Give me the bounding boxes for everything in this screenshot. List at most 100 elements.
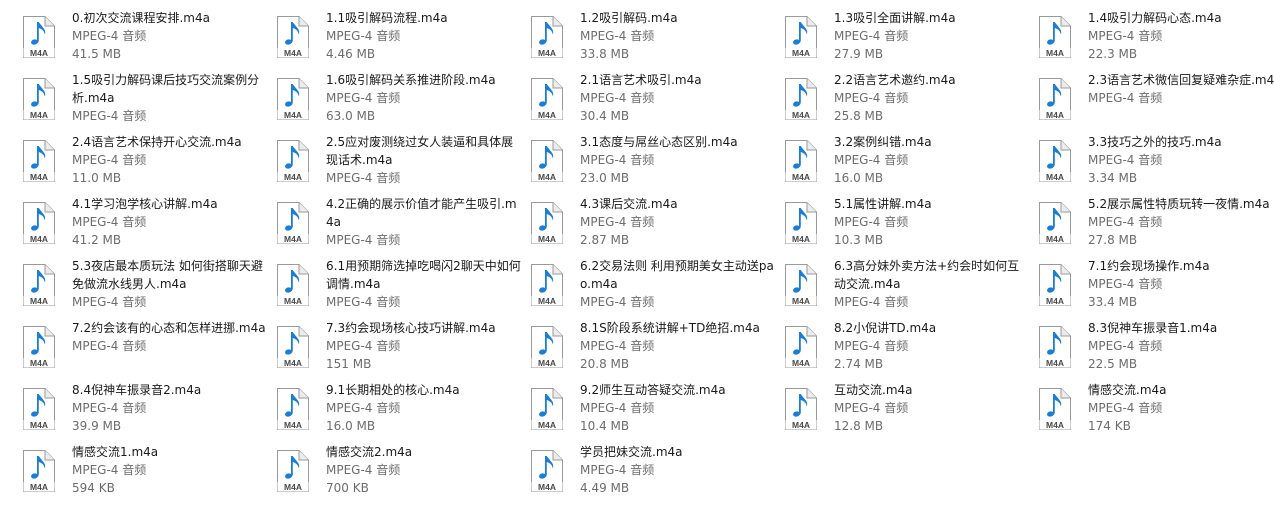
file-item[interactable]: M4A 8.3倪神车振录音1.m4a MPEG-4 音频 22.5 MB: [1038, 319, 1274, 381]
svg-text:M4A: M4A: [1046, 110, 1064, 120]
file-size: 27.9 MB: [834, 47, 884, 61]
file-item[interactable]: M4A 3.2案例纠错.m4a MPEG-4 音频 16.0 MB: [784, 133, 1038, 195]
file-size: 4.49 MB: [580, 481, 630, 495]
file-type: MPEG-4 音频: [72, 339, 147, 353]
file-meta: 7.1约会现场操作.m4a MPEG-4 音频 33.4 MB: [1088, 257, 1274, 311]
file-size: 33.4 MB: [1088, 295, 1138, 309]
file-meta: 3.3技巧之外的技巧.m4a MPEG-4 音频 3.34 MB: [1088, 133, 1274, 187]
m4a-file-icon: M4A: [784, 325, 826, 369]
file-item[interactable]: M4A 4.3课后交流.m4a MPEG-4 音频 2.87 MB: [530, 195, 784, 257]
m4a-file-icon: M4A: [276, 15, 318, 59]
file-item[interactable]: M4A 2.2语言艺术邀约.m4a MPEG-4 音频 25.8 MB: [784, 71, 1038, 133]
file-item[interactable]: M4A 4.1学习泡学核心讲解.m4a MPEG-4 音频 41.2 MB: [22, 195, 276, 257]
file-meta: 9.2师生互动答疑交流.m4a MPEG-4 音频 10.4 MB: [580, 381, 776, 435]
file-meta: 7.2约会该有的心态和怎样进挪.m4a MPEG-4 音频: [72, 319, 268, 355]
file-type: MPEG-4 音频: [834, 91, 909, 105]
svg-text:M4A: M4A: [284, 482, 302, 492]
file-item[interactable]: M4A 9.1长期相处的核心.m4a MPEG-4 音频 16.0 MB: [276, 381, 530, 443]
m4a-file-icon: M4A: [784, 201, 826, 245]
file-item[interactable]: M4A 2.5应对废测绕过女人装逼和具体展现话术.m4a MPEG-4 音频: [276, 133, 530, 195]
svg-text:M4A: M4A: [284, 172, 302, 182]
file-type: MPEG-4 音频: [326, 463, 401, 477]
file-name: 7.1约会现场操作.m4a: [1088, 259, 1210, 273]
file-item[interactable]: M4A 8.4倪神车振录音2.m4a MPEG-4 音频 39.9 MB: [22, 381, 276, 443]
file-meta: 0.初次交流课程安排.m4a MPEG-4 音频 41.5 MB: [72, 9, 268, 63]
file-name: 互动交流.m4a: [834, 383, 913, 397]
m4a-file-icon: M4A: [276, 139, 318, 183]
file-size: 12.8 MB: [834, 419, 884, 433]
file-item[interactable]: M4A 5.1属性讲解.m4a MPEG-4 音频 10.3 MB: [784, 195, 1038, 257]
file-name: 1.3吸引全面讲解.m4a: [834, 11, 956, 25]
svg-text:M4A: M4A: [30, 482, 48, 492]
file-meta: 8.1S阶段系统讲解+TD绝招.m4a MPEG-4 音频 20.8 MB: [580, 319, 776, 373]
file-item[interactable]: M4A 互动交流.m4a MPEG-4 音频 12.8 MB: [784, 381, 1038, 443]
file-name: 9.1长期相处的核心.m4a: [326, 383, 460, 397]
file-size: 25.8 MB: [834, 109, 884, 123]
file-item[interactable]: M4A 1.2吸引解码.m4a MPEG-4 音频 33.8 MB: [530, 9, 784, 71]
file-name: 4.1学习泡学核心讲解.m4a: [72, 197, 218, 211]
file-item[interactable]: M4A 1.6吸引解码关系推进阶段.m4a MPEG-4 音频 63.0 MB: [276, 71, 530, 133]
file-item[interactable]: M4A 1.3吸引全面讲解.m4a MPEG-4 音频 27.9 MB: [784, 9, 1038, 71]
file-item[interactable]: M4A 2.3语言艺术微信回复疑难杂症.m4a MPEG-4 音频: [1038, 71, 1274, 133]
file-item[interactable]: M4A 2.1语言艺术吸引.m4a MPEG-4 音频 30.4 MB: [530, 71, 784, 133]
file-item[interactable]: M4A 3.3技巧之外的技巧.m4a MPEG-4 音频 3.34 MB: [1038, 133, 1274, 195]
file-item[interactable]: M4A 6.2交易法则 利用预期美女主动送pao.m4a MPEG-4 音频: [530, 257, 784, 319]
file-meta: 5.3夜店最本质玩法 如何街搭聊天避免做流水线男人.m4a MPEG-4 音频: [72, 257, 268, 311]
svg-text:M4A: M4A: [538, 234, 556, 244]
m4a-file-icon: M4A: [276, 77, 318, 121]
file-item[interactable]: M4A 5.3夜店最本质玩法 如何街搭聊天避免做流水线男人.m4a MPEG-4…: [22, 257, 276, 319]
file-item[interactable]: M4A 6.1用预期筛选掉吃喝闪2聊天中如何调情.m4a MPEG-4 音频: [276, 257, 530, 319]
file-size: 16.0 MB: [326, 419, 376, 433]
m4a-file-icon: M4A: [22, 139, 64, 183]
file-type: MPEG-4 音频: [580, 215, 655, 229]
m4a-file-icon: M4A: [22, 325, 64, 369]
file-item[interactable]: M4A 0.初次交流课程安排.m4a MPEG-4 音频 41.5 MB: [22, 9, 276, 71]
file-name: 3.2案例纠错.m4a: [834, 135, 932, 149]
file-name: 7.2约会该有的心态和怎样进挪.m4a: [72, 321, 266, 335]
file-item[interactable]: M4A 7.2约会该有的心态和怎样进挪.m4a MPEG-4 音频: [22, 319, 276, 381]
m4a-file-icon: M4A: [22, 387, 64, 431]
file-name: 2.4语言艺术保持开心交流.m4a: [72, 135, 242, 149]
file-meta: 6.1用预期筛选掉吃喝闪2聊天中如何调情.m4a MPEG-4 音频: [326, 257, 522, 311]
file-item[interactable]: M4A 5.2展示属性特质玩转一夜情.m4a MPEG-4 音频 27.8 MB: [1038, 195, 1274, 257]
file-item[interactable]: M4A 9.2师生互动答疑交流.m4a MPEG-4 音频 10.4 MB: [530, 381, 784, 443]
file-size: 23.0 MB: [580, 171, 630, 185]
file-name: 情感交流2.m4a: [326, 445, 413, 459]
m4a-file-icon: M4A: [276, 387, 318, 431]
file-item[interactable]: M4A 1.4吸引力解码心态.m4a MPEG-4 音频 22.3 MB: [1038, 9, 1274, 71]
file-size: 33.8 MB: [580, 47, 630, 61]
file-size: 16.0 MB: [834, 171, 884, 185]
file-item[interactable]: M4A 3.1态度与屌丝心态区别.m4a MPEG-4 音频 23.0 MB: [530, 133, 784, 195]
file-size: 174 KB: [1088, 419, 1131, 433]
file-name: 1.4吸引力解码心态.m4a: [1088, 11, 1222, 25]
m4a-file-icon: M4A: [530, 449, 572, 493]
file-size: 700 KB: [326, 481, 369, 495]
file-name: 6.2交易法则 利用预期美女主动送pao.m4a: [580, 259, 774, 291]
file-item[interactable]: M4A 1.1吸引解码流程.m4a MPEG-4 音频 4.46 MB: [276, 9, 530, 71]
svg-text:M4A: M4A: [538, 482, 556, 492]
file-item[interactable]: M4A 8.1S阶段系统讲解+TD绝招.m4a MPEG-4 音频 20.8 M…: [530, 319, 784, 381]
file-name: 5.3夜店最本质玩法 如何街搭聊天避免做流水线男人.m4a: [72, 259, 263, 291]
file-size: 39.9 MB: [72, 419, 122, 433]
file-item[interactable]: M4A 情感交流2.m4a MPEG-4 音频 700 KB: [276, 443, 530, 505]
svg-text:M4A: M4A: [792, 420, 810, 430]
file-name: 4.3课后交流.m4a: [580, 197, 678, 211]
file-item[interactable]: M4A 学员把妹交流.m4a MPEG-4 音频 4.49 MB: [530, 443, 784, 505]
svg-text:M4A: M4A: [792, 48, 810, 58]
file-name: 1.5吸引力解码课后技巧交流案例分析.m4a: [72, 73, 260, 105]
file-item[interactable]: M4A 情感交流.m4a MPEG-4 音频 174 KB: [1038, 381, 1274, 443]
file-item[interactable]: M4A 8.2小倪讲TD.m4a MPEG-4 音频 2.74 MB: [784, 319, 1038, 381]
m4a-file-icon: M4A: [530, 387, 572, 431]
file-item[interactable]: M4A 2.4语言艺术保持开心交流.m4a MPEG-4 音频 11.0 MB: [22, 133, 276, 195]
file-item[interactable]: M4A 情感交流1.m4a MPEG-4 音频 594 KB: [22, 443, 276, 505]
file-item[interactable]: M4A 7.3约会现场核心技巧讲解.m4a MPEG-4 音频 151 MB: [276, 319, 530, 381]
file-item[interactable]: M4A 6.3高分妹外卖方法+约会时如何互动交流.m4a MPEG-4 音频: [784, 257, 1038, 319]
file-item[interactable]: M4A 7.1约会现场操作.m4a MPEG-4 音频 33.4 MB: [1038, 257, 1274, 319]
svg-text:M4A: M4A: [30, 110, 48, 120]
m4a-file-icon: M4A: [530, 201, 572, 245]
file-grid: M4A 0.初次交流课程安排.m4a MPEG-4 音频 41.5 MB M4A…: [0, 0, 1274, 505]
m4a-file-icon: M4A: [1038, 387, 1080, 431]
file-type: MPEG-4 音频: [580, 295, 655, 309]
file-item[interactable]: M4A 1.5吸引力解码课后技巧交流案例分析.m4a MPEG-4 音频: [22, 71, 276, 133]
file-item[interactable]: M4A 4.2正确的展示价值才能产生吸引.m4a MPEG-4 音频: [276, 195, 530, 257]
